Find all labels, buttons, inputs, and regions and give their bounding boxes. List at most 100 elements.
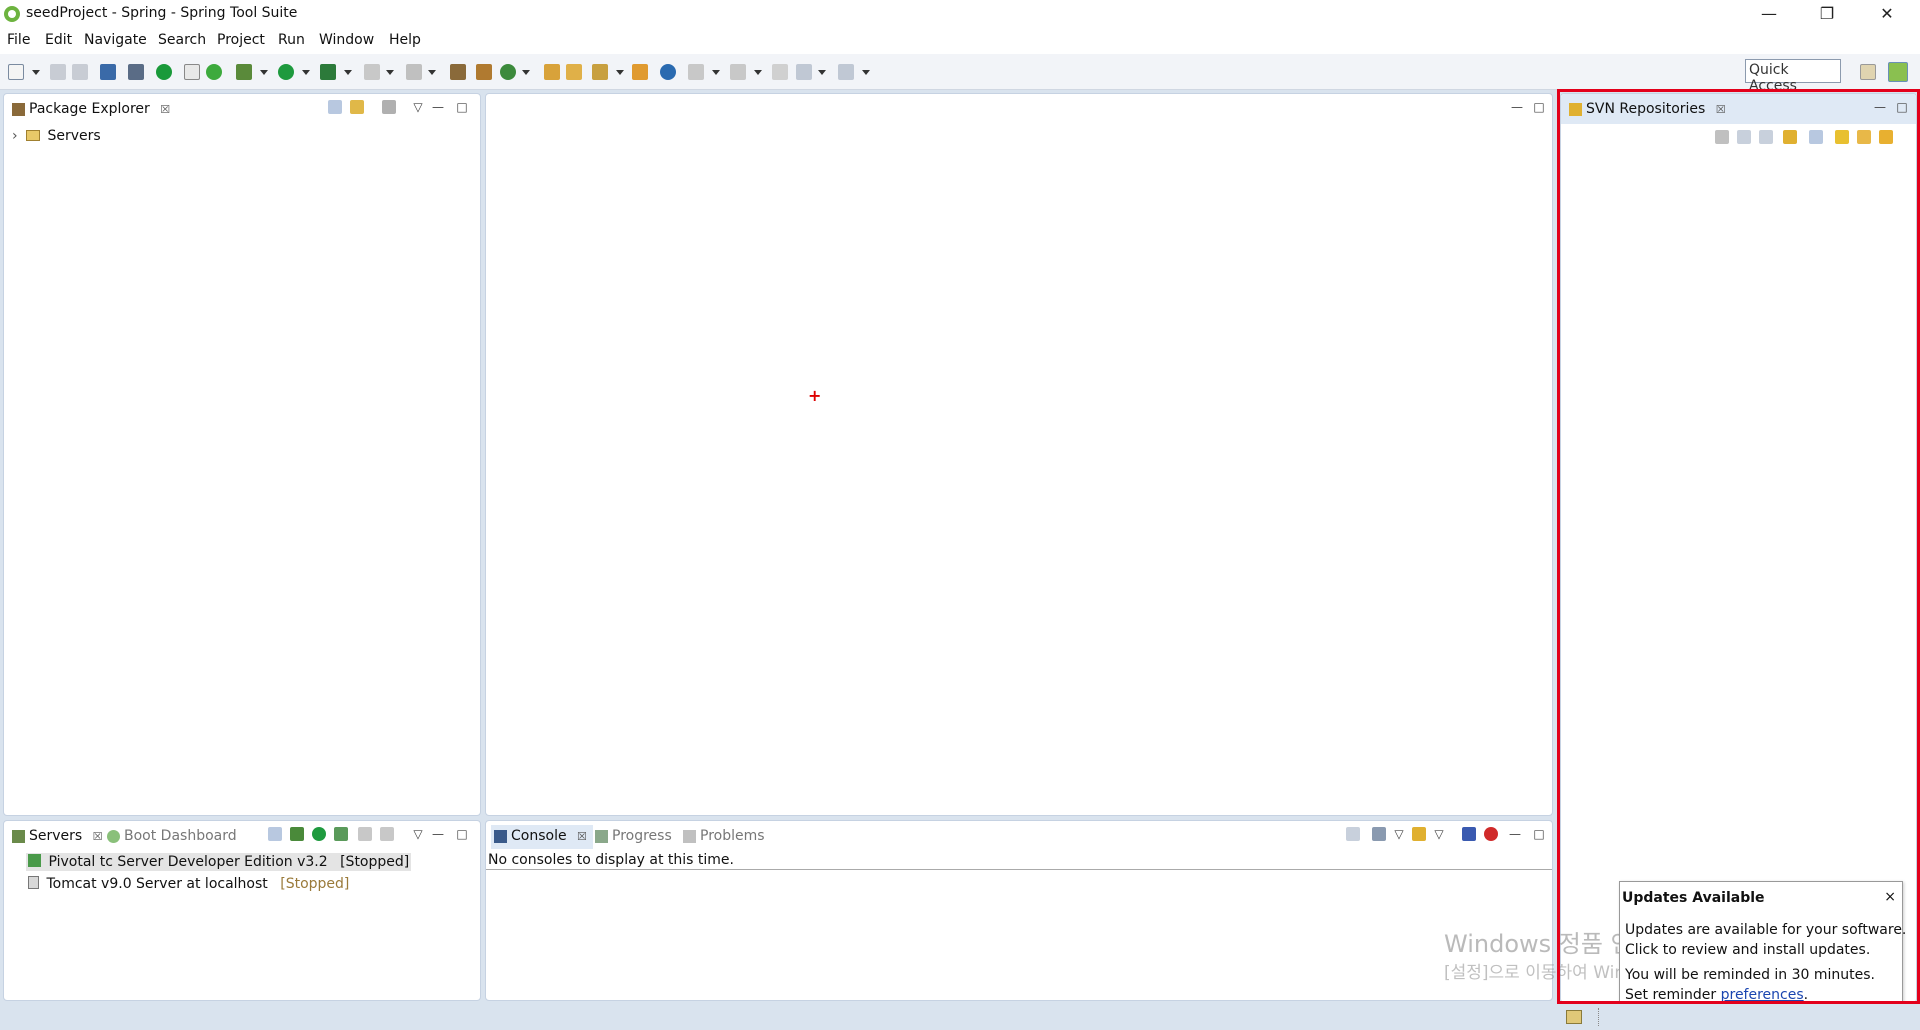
search-icon[interactable] bbox=[592, 64, 608, 80]
previous-annotation-icon[interactable] bbox=[730, 64, 746, 80]
last-edit-icon[interactable] bbox=[772, 64, 788, 80]
maximize-editor-icon[interactable]: □ bbox=[1532, 100, 1546, 114]
minimize-button[interactable]: — bbox=[1740, 0, 1798, 28]
minimize-panel-icon[interactable]: — bbox=[431, 100, 445, 114]
menu-project[interactable]: Project bbox=[217, 32, 265, 48]
tab-boot-dashboard[interactable]: Boot Dashboard bbox=[104, 825, 237, 849]
skip-breakpoints-icon[interactable] bbox=[128, 64, 144, 80]
next-annotation-dropdown-icon[interactable] bbox=[712, 70, 720, 75]
update-status-icon[interactable] bbox=[1566, 1010, 1582, 1024]
previous-annotation-dropdown-icon[interactable] bbox=[754, 70, 762, 75]
quick-access-input[interactable]: Quick Access bbox=[1745, 59, 1841, 94]
new-icon[interactable] bbox=[8, 64, 24, 80]
minimize-panel-icon[interactable]: — bbox=[1508, 827, 1522, 841]
open-perspective-icon[interactable] bbox=[1860, 64, 1876, 80]
new-java-project-icon[interactable] bbox=[450, 64, 466, 80]
view-menu-icon[interactable]: ▽ bbox=[411, 827, 425, 841]
updates-notification[interactable]: Updates Available × Updates are availabl… bbox=[1619, 881, 1906, 1003]
close-notification-icon[interactable]: × bbox=[1884, 889, 1896, 905]
import-icon[interactable] bbox=[1879, 130, 1893, 144]
view-menu-icon[interactable]: ▽ bbox=[411, 100, 425, 114]
stop-server-icon[interactable] bbox=[358, 827, 372, 841]
collapse-all-icon[interactable] bbox=[1809, 130, 1823, 144]
spring-boot-icon[interactable] bbox=[156, 64, 172, 80]
publish-icon[interactable] bbox=[380, 827, 394, 841]
maximize-panel-icon[interactable]: □ bbox=[455, 100, 469, 114]
profile-server-icon[interactable] bbox=[334, 827, 348, 841]
run-external-dropdown-icon[interactable] bbox=[344, 70, 352, 75]
minimize-editor-icon[interactable]: — bbox=[1510, 100, 1524, 114]
notification-line[interactable]: Click to review and install updates. bbox=[1625, 942, 1870, 958]
open-console-dropdown-icon[interactable]: ▽ bbox=[1432, 827, 1446, 841]
new-package-icon[interactable] bbox=[476, 64, 492, 80]
menu-search[interactable]: Search bbox=[158, 32, 206, 48]
debug-server-icon[interactable] bbox=[290, 827, 304, 841]
close-tab-icon[interactable]: ☒ bbox=[160, 103, 170, 116]
server-row[interactable]: Pivotal tc Server Developer Edition v3.2… bbox=[26, 853, 412, 871]
refresh-spring-icon[interactable] bbox=[206, 64, 222, 80]
forward-icon[interactable] bbox=[838, 64, 854, 80]
tab-problems[interactable]: Problems bbox=[680, 825, 765, 849]
pin-console-icon[interactable] bbox=[1346, 827, 1360, 841]
menu-navigate[interactable]: Navigate bbox=[84, 32, 147, 48]
save-icon[interactable] bbox=[50, 64, 66, 80]
preferences-link[interactable]: preferences bbox=[1721, 987, 1804, 1003]
new-class-icon[interactable] bbox=[500, 64, 516, 80]
back-icon[interactable] bbox=[796, 64, 812, 80]
open-type-hierarchy-icon[interactable] bbox=[544, 64, 560, 80]
clear-console-icon[interactable] bbox=[1484, 827, 1498, 841]
debug-dropdown-icon[interactable] bbox=[260, 70, 268, 75]
refresh-icon[interactable] bbox=[1783, 130, 1797, 144]
minimize-panel-icon[interactable]: — bbox=[1873, 100, 1887, 114]
open-folder-icon[interactable] bbox=[566, 64, 582, 80]
open-type-icon[interactable] bbox=[184, 64, 200, 80]
minimize-panel-icon[interactable]: — bbox=[431, 827, 445, 841]
start-server-icon[interactable] bbox=[312, 827, 326, 841]
link-with-editor-icon[interactable] bbox=[350, 100, 364, 114]
maximize-panel-icon[interactable]: □ bbox=[1532, 827, 1546, 841]
next-annotation-icon[interactable] bbox=[688, 64, 704, 80]
collapse-icon[interactable] bbox=[268, 827, 282, 841]
run-icon[interactable] bbox=[278, 64, 294, 80]
stop-icon[interactable] bbox=[364, 64, 380, 80]
close-tab-icon[interactable]: ☒ bbox=[577, 830, 587, 843]
tree-item-servers[interactable]: › Servers bbox=[12, 128, 101, 144]
focus-icon[interactable] bbox=[382, 100, 396, 114]
expand-chevron-icon[interactable]: › bbox=[12, 128, 18, 144]
web-browser-icon[interactable] bbox=[660, 64, 676, 80]
forward-icon[interactable] bbox=[1759, 130, 1773, 144]
debug-icon[interactable] bbox=[236, 64, 252, 80]
menu-run[interactable]: Run bbox=[278, 32, 305, 48]
close-button[interactable]: ✕ bbox=[1858, 0, 1916, 28]
forward-dropdown-icon[interactable] bbox=[862, 70, 870, 75]
tab-servers[interactable]: Servers ☒ bbox=[9, 825, 103, 849]
tab-console[interactable]: Console ☒ bbox=[491, 825, 593, 849]
run-external-icon[interactable] bbox=[320, 64, 336, 80]
open-task-icon[interactable] bbox=[632, 64, 648, 80]
deploy-icon[interactable] bbox=[406, 64, 422, 80]
tab-progress[interactable]: Progress bbox=[592, 825, 672, 849]
tab-svn-repositories[interactable]: SVN Repositories ☒ bbox=[1566, 98, 1726, 122]
display-console-icon[interactable] bbox=[1372, 827, 1386, 841]
deploy-dropdown-icon[interactable] bbox=[428, 70, 436, 75]
restore-button[interactable]: ❐ bbox=[1798, 0, 1856, 28]
open-console-icon[interactable] bbox=[100, 64, 116, 80]
run-dropdown-icon[interactable] bbox=[302, 70, 310, 75]
spring-perspective-icon[interactable] bbox=[1888, 62, 1908, 82]
menu-file[interactable]: File bbox=[7, 32, 30, 48]
search-dropdown-icon[interactable] bbox=[616, 70, 624, 75]
close-tab-icon[interactable]: ☒ bbox=[1716, 103, 1726, 116]
editor-area[interactable]: — □ + bbox=[485, 93, 1553, 816]
menu-edit[interactable]: Edit bbox=[45, 32, 72, 48]
maximize-panel-icon[interactable]: □ bbox=[1895, 100, 1909, 114]
new-folder-icon[interactable] bbox=[1857, 130, 1871, 144]
back-icon[interactable] bbox=[1737, 130, 1751, 144]
menu-window[interactable]: Window bbox=[319, 32, 374, 48]
menu-help[interactable]: Help bbox=[389, 32, 421, 48]
server-row[interactable]: Tomcat v9.0 Server at localhost [Stopped… bbox=[28, 876, 349, 892]
new-dropdown-icon[interactable] bbox=[32, 70, 40, 75]
home-icon[interactable] bbox=[1715, 130, 1729, 144]
display-console-dropdown-icon[interactable]: ▽ bbox=[1392, 827, 1406, 841]
stop-dropdown-icon[interactable] bbox=[386, 70, 394, 75]
console-settings-icon[interactable] bbox=[1462, 827, 1476, 841]
